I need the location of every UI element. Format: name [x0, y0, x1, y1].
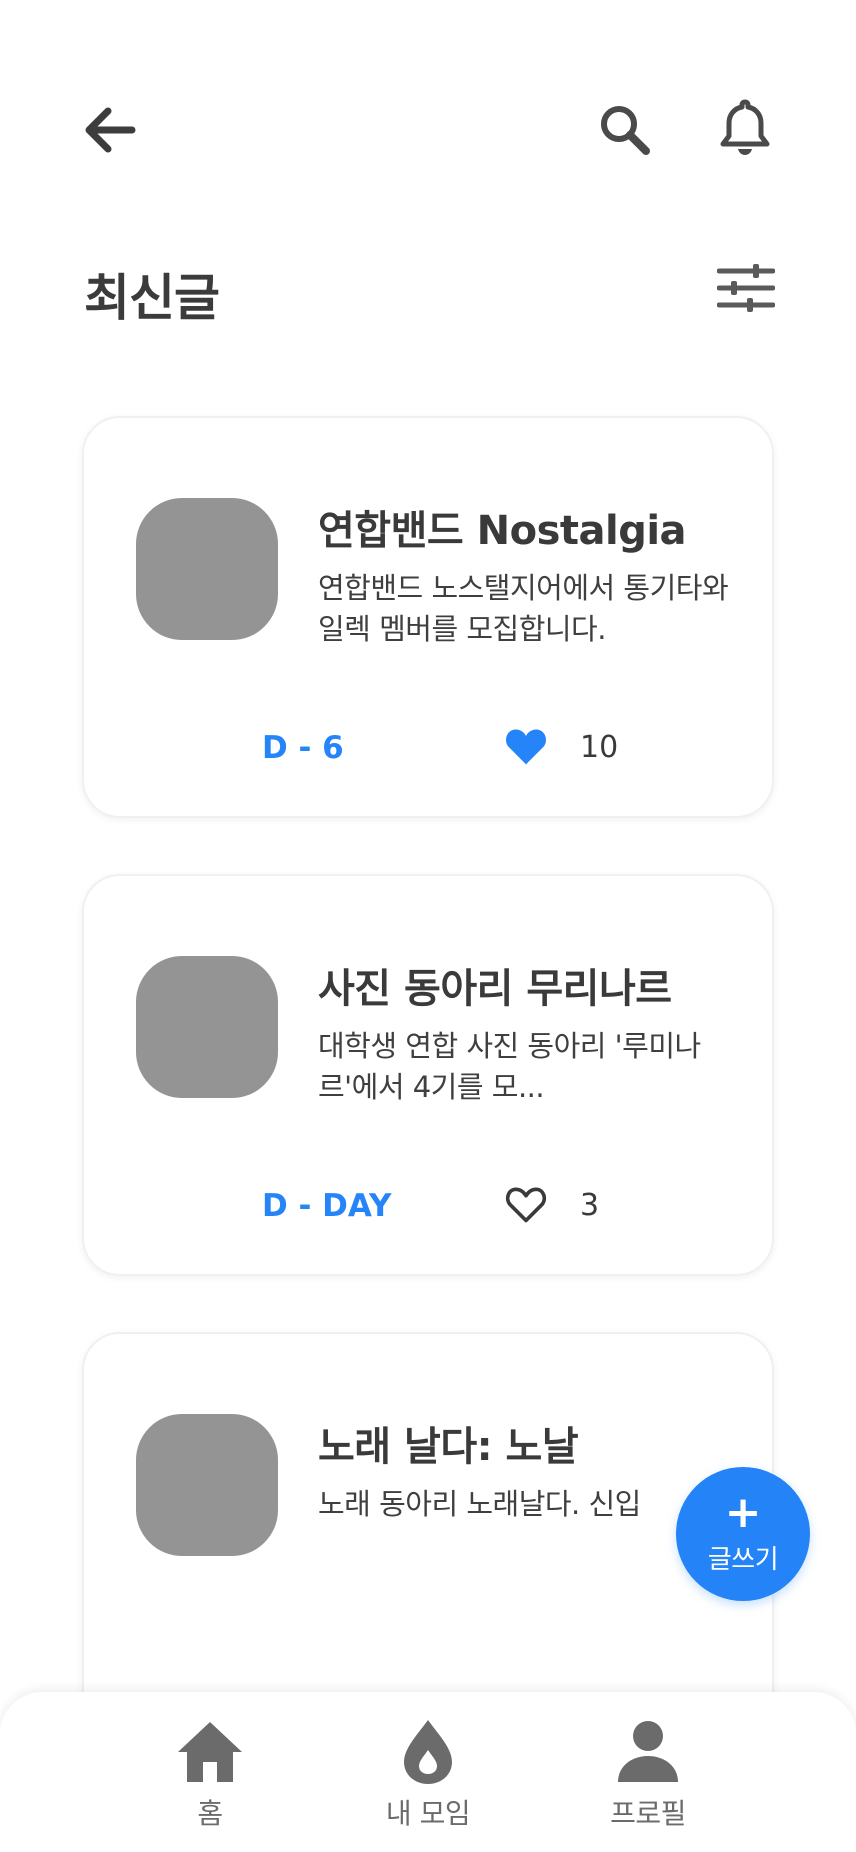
bottom-navigation: 홈 내 모임 프로필 — [0, 1692, 856, 1852]
back-button[interactable] — [70, 90, 150, 170]
write-post-button[interactable]: + 글쓰기 — [676, 1467, 810, 1601]
filter-button[interactable] — [706, 252, 786, 324]
dday-badge: D - DAY — [262, 1188, 392, 1224]
post-thumbnail — [136, 1414, 278, 1556]
nav-item-label: 프로필 — [610, 1797, 686, 1830]
post-description: 연합밴드 노스탤지어에서 통기타와 일렉 멤버를 모집합니다. — [318, 571, 729, 646]
post-thumbnail — [136, 956, 278, 1098]
post-thumbnail — [136, 498, 278, 640]
notifications-button[interactable] — [700, 88, 790, 168]
heart-filled-icon[interactable] — [504, 724, 548, 768]
nav-item-label: 홈 — [197, 1797, 223, 1830]
post-description: 노래 동아리 노래날다. 신입 — [318, 1487, 641, 1521]
post-title: 노래 날다: 노날 — [318, 1424, 579, 1470]
write-post-label: 글쓰기 — [707, 1544, 779, 1575]
post-title: 연합밴드 Nostalgia — [318, 508, 687, 554]
like-count: 3 — [580, 1188, 600, 1223]
filter-sliders-icon — [717, 264, 775, 312]
dday-badge: D - 6 — [262, 730, 344, 766]
plus-icon: + — [724, 1486, 762, 1538]
person-icon — [618, 1721, 678, 1782]
home-icon — [178, 1722, 242, 1782]
search-button[interactable] — [580, 90, 670, 170]
heart-outline-icon[interactable] — [504, 1182, 548, 1226]
nav-item-label: 내 모임 — [385, 1797, 471, 1830]
post-card[interactable]: 연합밴드 Nostalgia 연합밴드 노스탤지어에서 통기타와 일렉 멤버를 … — [82, 416, 774, 818]
post-title: 사진 동아리 무리나르 — [318, 966, 672, 1012]
drop-icon — [404, 1720, 452, 1784]
like-count: 10 — [580, 730, 619, 765]
app-screen: 최신글 연합밴드 Nostalgia 연합밴드 노스탤지어에서 통기타와 일렉 … — [0, 0, 856, 1852]
page-title: 최신글 — [84, 269, 220, 327]
search-icon — [601, 106, 650, 155]
nav-item-home[interactable]: 홈 — [150, 1716, 270, 1846]
post-card[interactable]: 노래 날다: 노날 노래 동아리 노래날다. 신입 — [82, 1332, 774, 1752]
post-card[interactable]: 사진 동아리 무리나르 대학생 연합 사진 동아리 '루미나르'에서 4기를 모… — [82, 874, 774, 1276]
nav-item-my-group[interactable]: 내 모임 — [368, 1716, 488, 1846]
post-description: 대학생 연합 사진 동아리 '루미나르'에서 4기를 모... — [318, 1029, 701, 1104]
nav-item-profile[interactable]: 프로필 — [588, 1716, 708, 1846]
back-arrow-icon — [85, 107, 136, 153]
bell-icon — [720, 99, 770, 155]
